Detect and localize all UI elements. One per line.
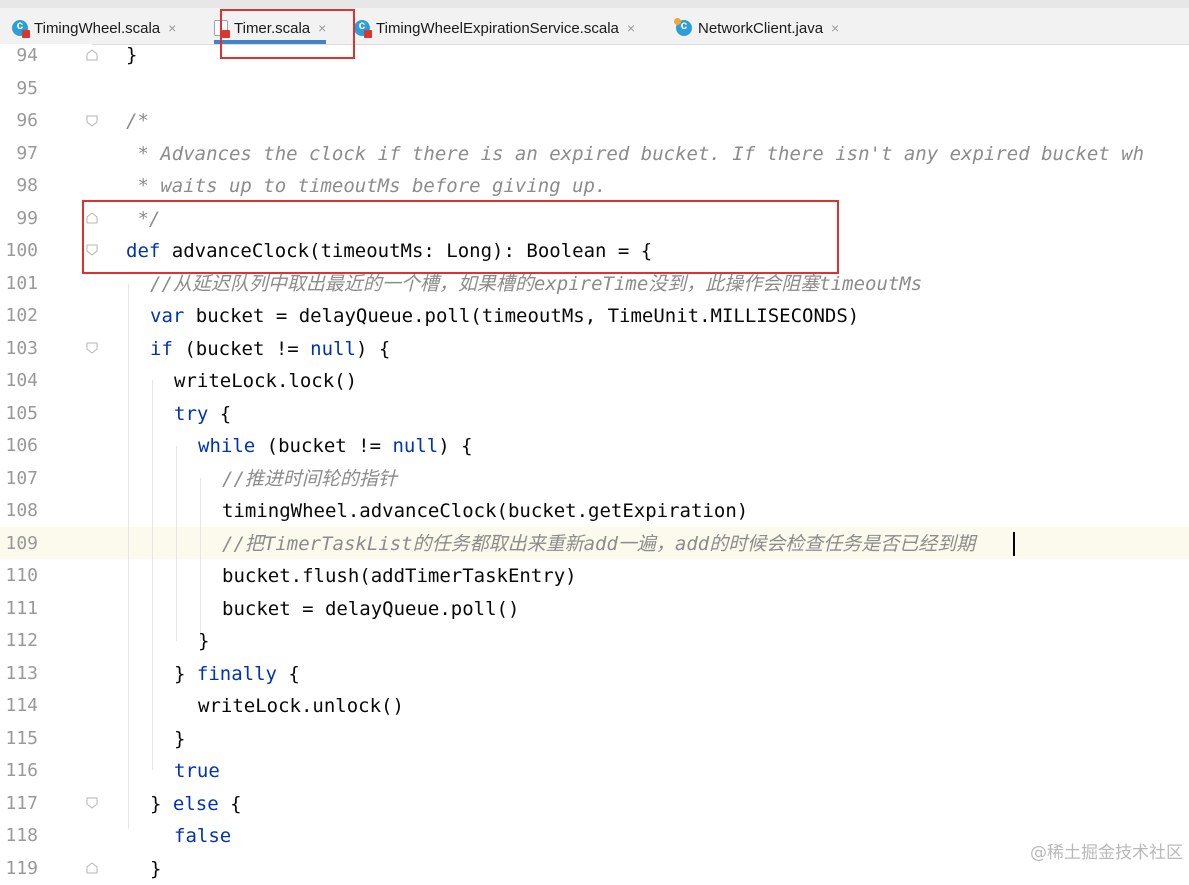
code-line-97: * Advances the clock if there is an expi… [126, 143, 1145, 165]
code-text: } [174, 663, 197, 685]
line-number: 115 [5, 728, 38, 749]
line-number: 117 [5, 793, 38, 814]
code-text: ) { [355, 338, 391, 360]
indent-guide [200, 478, 201, 641]
line-number: 98 [16, 175, 38, 196]
indent-guide [176, 446, 177, 641]
tab-timingwheelexpirationservice-scala[interactable]: TimingWheelExpirationService.scala × [354, 14, 635, 42]
line-number: 94 [16, 45, 38, 66]
keyword: null [310, 338, 356, 360]
line-number: 109 [5, 533, 38, 554]
code-line-112: } [198, 630, 210, 652]
code-line-104: writeLock.lock() [174, 370, 358, 392]
close-icon[interactable]: × [168, 20, 176, 36]
tab-label: TimingWheel.scala [34, 19, 161, 37]
code-text: } [150, 793, 173, 815]
line-number: 111 [5, 598, 38, 619]
tab-timingwheel-scala[interactable]: TimingWheel.scala × [12, 14, 176, 42]
code-line-116: true [174, 760, 220, 782]
code-text: (bucket != [255, 435, 393, 457]
tab-networkclient-java[interactable]: NetworkClient.java × [674, 14, 839, 42]
line-number: 102 [5, 305, 38, 326]
code-line-118: false [174, 825, 232, 847]
line-number: 96 [16, 110, 38, 131]
line-number: 110 [5, 565, 38, 586]
code-line-98: * waits up to timeoutMs before giving up… [126, 175, 607, 197]
code-line-111: bucket = delayQueue.poll() [222, 598, 520, 620]
fold-end-icon[interactable] [86, 862, 98, 874]
scala-class-icon [12, 18, 30, 38]
line-number: 101 [5, 273, 38, 294]
code-line-117: } else { [150, 788, 242, 820]
code-line-103: if (bucket != null) { [150, 333, 390, 365]
method-highlight-box [82, 200, 839, 274]
line-number: 100 [5, 240, 38, 261]
tab-label: NetworkClient.java [698, 19, 824, 37]
line-number: 119 [5, 858, 38, 879]
toolbar-strip [0, 0, 1189, 8]
watermark: @稀土掘金技术社区 [1030, 843, 1183, 863]
code-text: ) { [438, 435, 473, 457]
keyword: if [150, 338, 173, 360]
fold-start-icon[interactable] [86, 797, 98, 809]
close-icon[interactable]: × [627, 20, 635, 36]
code-line-113: } finally { [174, 658, 300, 690]
code-line-107: //推进时间轮的指针 [222, 468, 397, 490]
line-number: 107 [5, 468, 38, 489]
line-number: 106 [5, 435, 38, 456]
line-number: 113 [5, 663, 38, 684]
fold-start-icon[interactable] [86, 342, 98, 354]
code-line-105: try { [174, 398, 231, 430]
line-number: 99 [16, 208, 38, 229]
code-line-109: //把TimerTaskList的任务都取出来重新add一遍，add的时候会检查… [222, 533, 976, 555]
line-number: 95 [16, 78, 38, 99]
code-line-106: while (bucket != null) { [198, 430, 473, 462]
code-text: (bucket != [172, 338, 311, 360]
code-line-115: } [174, 728, 186, 750]
keyword: null [392, 435, 439, 457]
fold-start-icon[interactable] [86, 115, 98, 127]
code-line-119: } [150, 858, 162, 880]
code-line-96: /* [126, 110, 149, 132]
scala-class-icon [354, 18, 372, 38]
code-editor[interactable]: 94 95 96 97 98 99 100 101 102 103 104 10… [0, 44, 1189, 880]
line-number: 104 [5, 370, 38, 391]
code-line-114: writeLock.unlock() [198, 695, 404, 717]
code-line-108: timingWheel.advanceClock(bucket.getExpir… [222, 500, 749, 522]
line-number: 103 [5, 338, 38, 359]
keyword: try [174, 403, 209, 425]
line-number: 116 [5, 760, 38, 781]
line-number: 114 [5, 695, 38, 716]
keyword: finally [196, 663, 277, 685]
line-number: 118 [5, 825, 38, 846]
indent-guide [128, 284, 129, 829]
text-caret [1013, 532, 1015, 556]
code-line-110: bucket.flush(addTimerTaskEntry) [222, 565, 577, 587]
code-text: { [276, 663, 300, 685]
code-text: bucket = delayQueue.poll(timeoutMs, Time… [184, 305, 860, 327]
keyword: while [198, 435, 256, 457]
keyword: var [150, 305, 185, 327]
line-number: 97 [16, 143, 38, 164]
indent-guide [152, 380, 153, 770]
java-class-icon [674, 18, 692, 36]
line-number: 105 [5, 403, 38, 424]
fold-end-icon[interactable] [86, 49, 98, 61]
code-text: { [218, 793, 242, 815]
code-line-102: var bucket = delayQueue.poll(timeoutMs, … [150, 300, 859, 332]
editor-tab-bar: TimingWheel.scala × Timer.scala × Timing… [0, 0, 1189, 45]
code-line-94: } [126, 44, 138, 66]
tab-label: TimingWheelExpirationService.scala [376, 19, 619, 37]
line-number: 108 [5, 500, 38, 521]
keyword: else [172, 793, 219, 815]
line-number: 112 [5, 630, 38, 651]
close-icon[interactable]: × [831, 20, 839, 36]
code-text: { [208, 403, 232, 425]
